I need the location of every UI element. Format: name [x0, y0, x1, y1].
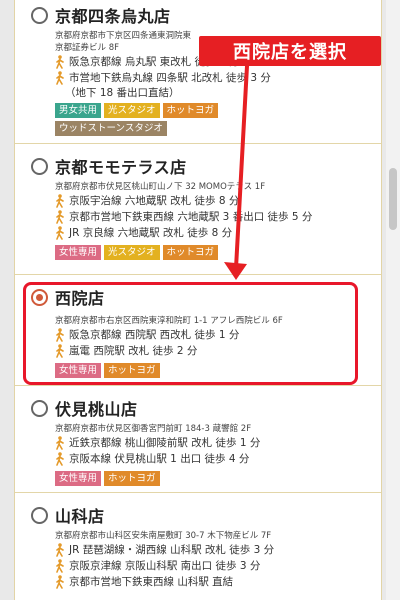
access-text: JR 琵琶湖線・湖西線 山科駅 改札 徒歩 3 分 [69, 544, 275, 556]
store-header[interactable]: 京都モモテラス店 [31, 151, 373, 181]
store-radio[interactable] [31, 506, 48, 524]
walking-person-icon [56, 55, 64, 69]
access-line: JR 琵琶湖線・湖西線 山科駅 改札 徒歩 3 分 [55, 542, 373, 558]
access-text: JR 京良線 六地蔵駅 改札 徒歩 8 分 [69, 227, 233, 239]
walking-person-icon [56, 543, 64, 557]
access-text: 京阪宇治線 六地蔵駅 改札 徒歩 8 分 [69, 195, 240, 207]
store-radio[interactable] [31, 399, 48, 417]
store-item-fushimi-momoyama[interactable]: 伏見桃山店 京都府京都市伏見区御香宮門前町 184-3 蔵響館 2F 近鉄京都線… [15, 387, 381, 493]
walking-person-icon [56, 436, 64, 450]
scrollbar-thumb[interactable] [389, 168, 397, 230]
access-text: 京阪京津線 京阪山科駅 南出口 徒歩 3 分 [69, 560, 261, 572]
store-header[interactable]: 伏見桃山店 [31, 393, 373, 423]
access-line: 京都市営地下鉄東西線 山科駅 直結 [55, 574, 373, 590]
store-item-shijo-karasuma[interactable]: 京都四条烏丸店 京都府京都市下京区四条通東洞院東 京都証券ビル 8F 阪急京都線… [15, 0, 381, 144]
tag-hot-yoga: ホットヨガ [162, 103, 219, 118]
annotation-callout: 西院店を選択 [199, 36, 381, 66]
store-name: 山科店 [55, 507, 105, 526]
store-item-momo-terrace[interactable]: 京都モモテラス店 京都府京都市伏見区桃山町山ノ下 32 MOMOテラス 1F 京… [15, 145, 381, 275]
tag-studio: 光スタジオ [104, 245, 160, 260]
store-tags: 女性専用 光スタジオ ホットヨガ [55, 245, 275, 263]
walking-person-icon [56, 226, 64, 240]
access-text: 京阪本線 伏見桃山駅 1 出口 徒歩 4 分 [69, 453, 250, 465]
tag-hot-yoga: ホットヨガ [104, 471, 160, 486]
tag-woodstone-studio: ウッドストーンスタジオ [55, 121, 167, 136]
scrollbar[interactable] [386, 0, 400, 600]
access-line: 市営地下鉄烏丸線 四条駅 北改札 徒歩 3 分 [55, 70, 373, 86]
walking-person-icon [56, 559, 64, 573]
access-line: 京都市営地下鉄東西線 六地蔵駅 3 番出口 徒歩 5 分 [55, 209, 373, 225]
access-note: （地下 18 番出口直結） [65, 87, 180, 99]
tag-gender: 女性専用 [55, 471, 102, 486]
tag-gender: 女性専用 [55, 245, 102, 260]
walking-person-icon [56, 194, 64, 208]
tag-hot-yoga: ホットヨガ [162, 245, 219, 260]
store-address-line: 京都府京都市伏見区御香宮門前町 184-3 蔵響館 2F [55, 424, 252, 434]
access-line: 京阪京津線 京阪山科駅 南出口 徒歩 3 分 [55, 558, 373, 574]
store-address-line: 京都府京都市伏見区桃山町山ノ下 32 MOMOテラス 1F [55, 182, 266, 192]
access-line: 京阪本線 伏見桃山駅 1 出口 徒歩 4 分 [55, 451, 373, 467]
walking-person-icon [56, 71, 64, 85]
tag-studio: 光スタジオ [104, 103, 160, 118]
store-address-line: 京都府京都市山科区安朱南屋敷町 30-7 木下物産ビル 7F [55, 531, 272, 541]
access-text: 京都市営地下鉄東西線 山科駅 直結 [69, 576, 234, 588]
access-line: 近鉄京都線 桃山御陵前駅 改札 徒歩 1 分 [55, 435, 373, 451]
store-tags: 女性専用 ホットヨガ [55, 471, 275, 489]
access-text: 近鉄京都線 桃山御陵前駅 改札 徒歩 1 分 [69, 437, 261, 449]
store-item-yamashina[interactable]: 山科店 京都府京都市山科区安朱南屋敷町 30-7 木下物産ビル 7F JR 琵琶… [15, 494, 381, 600]
selection-highlight-box [23, 282, 358, 385]
store-name: 伏見桃山店 [55, 400, 138, 419]
access-text: 京都市営地下鉄東西線 六地蔵駅 3 番出口 徒歩 5 分 [69, 211, 313, 223]
access-line: 京阪宇治線 六地蔵駅 改札 徒歩 8 分 [55, 193, 373, 209]
store-radio[interactable] [31, 6, 48, 24]
store-name: 京都四条烏丸店 [55, 7, 171, 26]
access-line: JR 京良線 六地蔵駅 改札 徒歩 8 分 [55, 225, 373, 241]
store-name: 京都モモテラス店 [55, 158, 187, 177]
store-tags: 男女共用 光スタジオ ホットヨガ ウッドストーンスタジオ [55, 103, 275, 139]
access-text: 市営地下鉄烏丸線 四条駅 北改札 徒歩 3 分 [69, 72, 271, 84]
walking-person-icon [56, 210, 64, 224]
store-header[interactable]: 山科店 [31, 500, 373, 530]
walking-person-icon [56, 452, 64, 466]
tag-gender: 男女共用 [55, 103, 102, 118]
store-radio[interactable] [31, 157, 48, 175]
walking-person-icon [56, 575, 64, 589]
store-header[interactable]: 京都四条烏丸店 [31, 0, 373, 30]
